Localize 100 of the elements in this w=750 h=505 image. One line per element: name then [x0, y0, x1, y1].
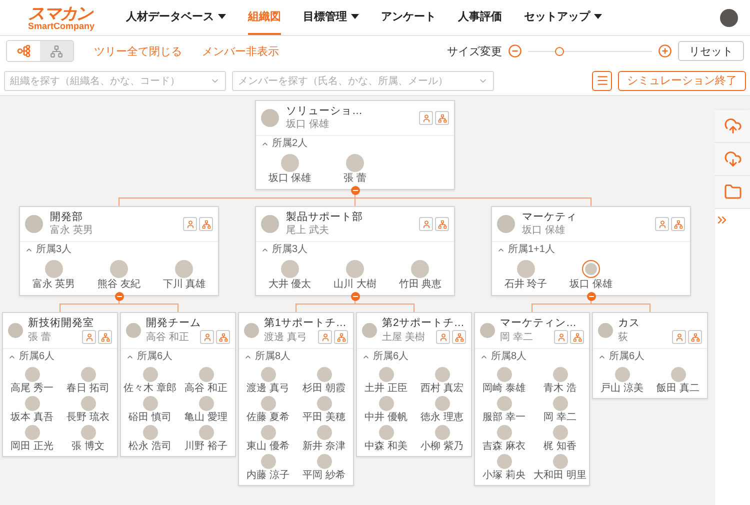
- member-button[interactable]: [419, 217, 433, 231]
- member-name: 吉森 麻衣: [482, 441, 526, 452]
- avatar: [497, 215, 515, 233]
- member-button[interactable]: [436, 330, 450, 344]
- zoom-in-button[interactable]: [658, 44, 672, 58]
- zoom-out-button[interactable]: [508, 44, 522, 58]
- collapse-button[interactable]: [587, 292, 596, 301]
- chevron-up-icon[interactable]: [497, 246, 505, 254]
- member-name: 平田 美穂: [302, 412, 346, 423]
- slider-thumb[interactable]: [555, 46, 564, 56]
- member-button[interactable]: [200, 330, 214, 344]
- member-button[interactable]: [82, 330, 96, 344]
- member-search-field[interactable]: メンバーを探す（氏名、かな、所属、メール）: [232, 70, 494, 90]
- chevron-up-icon[interactable]: [362, 353, 370, 361]
- member-button[interactable]: [183, 217, 197, 231]
- collapse-button[interactable]: [115, 292, 124, 301]
- person-icon: [658, 220, 666, 228]
- avatar: [598, 323, 613, 338]
- collapse-button[interactable]: [351, 292, 360, 301]
- member-name: 渡邊 真弓: [246, 383, 290, 394]
- action-link[interactable]: ツリー全て閉じる: [94, 44, 182, 58]
- simulation-end-button[interactable]: シミュレーション終了: [618, 70, 746, 90]
- org-button[interactable]: [435, 111, 449, 125]
- avatar: [8, 323, 23, 338]
- manager-name: 岡 幸二: [500, 330, 534, 344]
- person-icon: [320, 332, 330, 342]
- member-button[interactable]: [419, 111, 433, 125]
- department-name: マーケティン…: [500, 317, 578, 330]
- member-button[interactable]: [672, 330, 686, 344]
- org-button[interactable]: [216, 330, 230, 344]
- member-name: 山川 大樹: [334, 279, 376, 290]
- person-icon: [202, 332, 212, 342]
- chevron-up-icon[interactable]: [126, 353, 134, 361]
- member-name: 張 蕾: [344, 173, 366, 184]
- member-name: 富永 英男: [32, 279, 76, 290]
- nav-tab[interactable]: 目標管理: [303, 0, 359, 35]
- nav-tab[interactable]: アンケート: [381, 0, 436, 35]
- org-button[interactable]: [334, 330, 348, 344]
- logo[interactable]: スマカン SmartCompany: [28, 4, 120, 30]
- folder-button[interactable]: [715, 176, 750, 209]
- member-name: 熊谷 友紀: [98, 279, 140, 290]
- person-icon: [186, 220, 194, 228]
- org-button[interactable]: [435, 217, 449, 231]
- chevron-up-icon[interactable]: [244, 353, 252, 361]
- action-link[interactable]: メンバー非表示: [202, 44, 279, 58]
- chevron-up-icon[interactable]: [598, 353, 606, 361]
- hierarchy-icon: [218, 332, 228, 342]
- member-name: 松永 浩司: [128, 441, 172, 452]
- member-name: 岡 幸二: [544, 412, 576, 423]
- chevron-up-icon[interactable]: [8, 353, 16, 361]
- hierarchy-icon: [438, 114, 446, 122]
- manager-name: 渡邊 真弓: [264, 330, 308, 344]
- download-button[interactable]: [715, 143, 750, 176]
- member-name: 大井 優太: [268, 279, 312, 290]
- member-count: 所属3人: [272, 244, 308, 256]
- org-button[interactable]: [570, 330, 584, 344]
- department-name: 開発チーム: [146, 317, 202, 330]
- department-name: 第1サポートチ…: [264, 317, 348, 330]
- org-search-field[interactable]: 組織を探す（組織名、かな、コード）: [4, 70, 226, 90]
- chevron-up-icon[interactable]: [480, 353, 488, 361]
- caret-icon: [218, 14, 226, 19]
- org-button[interactable]: [671, 217, 685, 231]
- nav-tab[interactable]: 人材データベース: [126, 0, 226, 35]
- member-count: 所属8人: [255, 351, 291, 363]
- department-name: 製品サポート部: [286, 211, 364, 224]
- nav-tab[interactable]: 人事評価: [458, 0, 502, 35]
- chevron-up-icon[interactable]: [261, 246, 269, 254]
- member-name: 高谷 和正: [184, 383, 228, 394]
- org-button[interactable]: [452, 330, 466, 344]
- member-button[interactable]: [554, 330, 568, 344]
- hierarchy-icon: [202, 220, 210, 228]
- manager-name: 坂口 保雄: [286, 118, 330, 131]
- member-name: 高尾 秀一: [10, 383, 54, 394]
- member-name: 坂口 保雄: [268, 173, 312, 184]
- plus-icon: [658, 44, 672, 58]
- member-count: 所属6人: [373, 351, 409, 363]
- hierarchy-icon: [674, 220, 682, 228]
- nav-tab[interactable]: セットアップ: [524, 0, 602, 35]
- chevron-up-icon[interactable]: [25, 246, 33, 254]
- user-avatar[interactable]: [720, 8, 738, 26]
- person-icon: [84, 332, 94, 342]
- department-name: 開発部: [50, 211, 84, 224]
- member-button[interactable]: [318, 330, 332, 344]
- upload-button[interactable]: [715, 110, 750, 143]
- org-button[interactable]: [199, 217, 213, 231]
- manager-name: 坂口 保雄: [522, 224, 566, 237]
- hierarchy-icon: [336, 332, 346, 342]
- chevron-up-icon[interactable]: [261, 140, 269, 148]
- reset-button[interactable]: リセット: [678, 41, 744, 61]
- view-button[interactable]: [40, 41, 73, 61]
- manager-name: 高谷 和正: [146, 330, 190, 344]
- member-name: 徳永 理恵: [420, 412, 464, 423]
- minus-icon: [508, 44, 522, 58]
- org-button[interactable]: [688, 330, 702, 344]
- collapse-button[interactable]: [351, 186, 360, 195]
- member-name: 新井 奈津: [302, 441, 346, 452]
- menu-button[interactable]: [592, 70, 612, 90]
- member-button[interactable]: [655, 217, 669, 231]
- org-button[interactable]: [98, 330, 112, 344]
- department-name: マーケティ: [522, 211, 578, 224]
